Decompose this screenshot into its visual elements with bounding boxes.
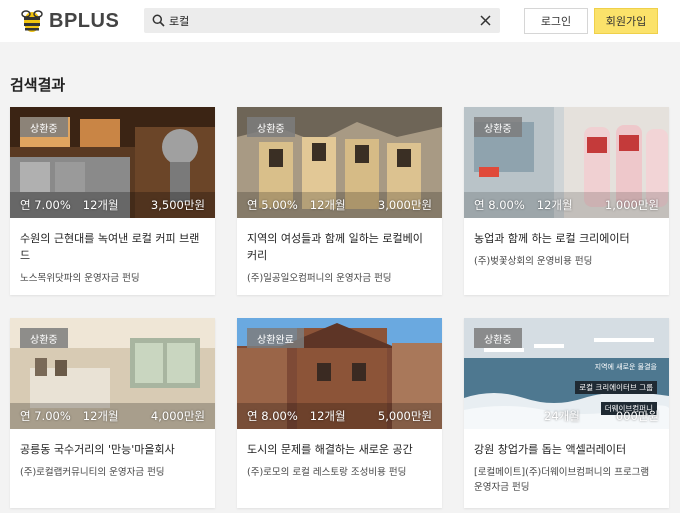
loan-stats: 연 8.00% 12개월 1,000만원 (464, 192, 669, 218)
status-badge: 상환중 (20, 328, 68, 348)
close-icon[interactable] (479, 14, 492, 27)
interest-rate: 연 7.00% (20, 409, 71, 423)
card-title: 농업과 함께 하는 로컬 크리에이터 (474, 232, 630, 245)
caption-line: 로컬 크리에이터브 그룹 (575, 381, 657, 394)
page-title: 검색결과 (10, 76, 66, 94)
loan-amount: 4,000만원 (150, 409, 205, 423)
project-card[interactable]: 상환중 연 5.00% 12개월 3,000만원 지역의 여성들과 함께 일하는… (237, 107, 442, 295)
loan-period: 12개월 (309, 409, 346, 423)
card-title: 지역의 여성들과 함께 일하는 로컬베이커리 (247, 232, 423, 262)
card-title: 수원의 근현대를 녹여낸 로컬 커피 브랜드 (20, 232, 200, 262)
loan-period: 12개월 (536, 198, 573, 212)
loan-stats: 연 5.00% 12개월 3,000만원 (237, 192, 442, 218)
loan-stats: 연 7.00% 12개월 3,500만원 (10, 192, 215, 218)
status-badge: 상환중 (474, 328, 522, 348)
loan-period: 12개월 (309, 198, 346, 212)
card-subtitle: 노스목위닷파의 운영자금 펀딩 (20, 273, 140, 284)
bee-logo-icon (21, 10, 43, 32)
project-card[interactable]: 상환중 연 7.00% 12개월 3,500만원 수원의 근현대를 녹여낸 로컬… (10, 107, 215, 295)
interest-rate: 연 8.00% (474, 198, 525, 212)
project-image: 상환중 연 5.00% 12개월 3,000만원 (237, 107, 442, 218)
loan-amount: 3,000만원 (377, 198, 432, 212)
loan-amount: 1,000만원 (604, 198, 659, 212)
login-button[interactable]: 로그인 (524, 8, 588, 34)
logo-text: BPLUS (49, 9, 120, 32)
card-subtitle: (주)로컬랩커뮤니티의 운영자금 펀딩 (20, 467, 165, 478)
card-subtitle: (주)벚꽃상회의 운영비용 펀딩 (474, 256, 593, 267)
status-badge: 상환완료 (247, 328, 304, 348)
project-image: 지역에 새로운 물결을 로컬 크리에이터브 그룹 더웨이브컴퍼니 상환중 24개… (464, 318, 669, 429)
project-image: 상환중 연 8.00% 12개월 1,000만원 (464, 107, 669, 218)
project-image: 상환중 연 7.00% 12개월 3,500만원 (10, 107, 215, 218)
status-badge: 상환중 (474, 117, 522, 137)
interest-rate: 연 8.00% (247, 409, 298, 423)
card-title: 공릉동 국수거리의 '만능'마을회사 (20, 443, 175, 456)
search-bar (144, 8, 500, 33)
loan-amount: 3,500만원 (150, 198, 205, 212)
loan-period: 12개월 (82, 409, 119, 423)
card-subtitle: (주)일공일오컴퍼니의 운영자금 펀딩 (247, 273, 392, 284)
status-badge: 상환중 (247, 117, 295, 137)
project-card[interactable]: 상환중 연 8.00% 12개월 1,000만원 농업과 함께 하는 로컬 크리… (464, 107, 669, 295)
search-input[interactable] (169, 8, 469, 33)
loan-stats: 연 8.00% 12개월 5,000만원 (237, 403, 442, 429)
loan-stats: 연 7.00% 12개월 4,000만원 (10, 403, 215, 429)
loan-amount: 5,000만원 (377, 409, 432, 423)
project-card[interactable]: 상환완료 연 8.00% 12개월 5,000만원 도시의 문제를 해결하는 새… (237, 318, 442, 508)
project-image: 상환중 연 7.00% 12개월 4,000만원 (10, 318, 215, 429)
card-subtitle: (주)로모의 로컬 레스토랑 조성비용 펀딩 (247, 467, 407, 478)
loan-amount: 000만원 (615, 409, 659, 423)
project-card[interactable]: 지역에 새로운 물결을 로컬 크리에이터브 그룹 더웨이브컴퍼니 상환중 24개… (464, 318, 669, 508)
search-icon (152, 14, 165, 27)
project-card[interactable]: 상환중 연 7.00% 12개월 4,000만원 공릉동 국수거리의 '만능'마… (10, 318, 215, 508)
logo[interactable]: BPLUS (20, 7, 119, 35)
signup-button[interactable]: 회원가입 (594, 8, 658, 34)
interest-rate: 연 7.00% (20, 198, 71, 212)
caption-line: 지역에 새로운 물결을 (594, 363, 657, 371)
top-header: BPLUS 로그인 회원가입 (0, 0, 680, 42)
status-badge: 상환중 (20, 117, 68, 137)
loan-period: 12개월 (82, 198, 119, 212)
interest-rate: 연 5.00% (247, 198, 298, 212)
project-image: 상환완료 연 8.00% 12개월 5,000만원 (237, 318, 442, 429)
card-subtitle: [로컬메이트](주)더웨이브컴퍼니의 프로그램 운영자금 펀딩 (474, 467, 650, 493)
card-title: 강원 창업가를 돕는 액셀러레이터 (474, 443, 627, 456)
loan-stats: 24개월 000만원 (464, 403, 669, 429)
loan-period: 24개월 (544, 409, 580, 423)
card-title: 도시의 문제를 해결하는 새로운 공간 (247, 443, 413, 456)
